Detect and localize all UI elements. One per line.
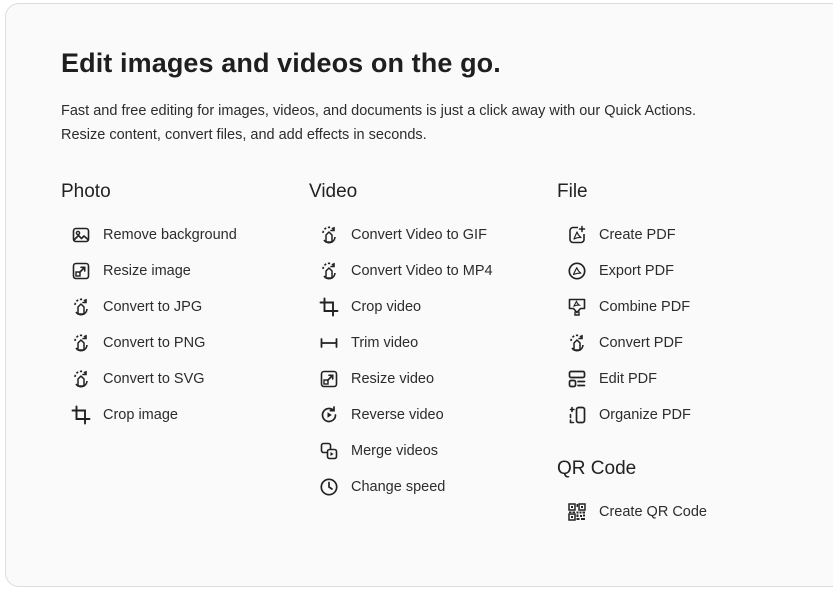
action-label: Convert to SVG bbox=[103, 371, 205, 387]
organize-pdf-icon bbox=[567, 405, 587, 425]
action-resize-image[interactable]: Resize image bbox=[61, 253, 301, 289]
action-label: Trim video bbox=[351, 335, 419, 351]
action-label: Convert to PNG bbox=[103, 335, 206, 351]
video-actions-list: Convert Video to GIF Convert Video to MP4… bbox=[309, 217, 549, 505]
photo-column: Photo Remove background Resize image Conve… bbox=[61, 180, 301, 433]
action-convert-to-svg[interactable]: Convert to SVG bbox=[61, 361, 301, 397]
merge-icon bbox=[319, 441, 339, 461]
action-label: Convert to JPG bbox=[103, 299, 203, 315]
action-label: Crop image bbox=[103, 407, 178, 423]
qr-code-heading: QR Code bbox=[557, 458, 637, 479]
action-convert-video-to-mp4[interactable]: Convert Video to MP4 bbox=[309, 253, 549, 289]
convert-icon bbox=[71, 333, 91, 353]
convert-icon bbox=[71, 369, 91, 389]
action-convert-video-to-gif[interactable]: Convert Video to GIF bbox=[309, 217, 549, 253]
action-label: Combine PDF bbox=[599, 299, 691, 315]
action-label: Convert Video to MP4 bbox=[351, 263, 493, 279]
action-label: Edit PDF bbox=[599, 371, 658, 387]
clock-icon bbox=[319, 477, 339, 497]
action-create-pdf[interactable]: Create PDF bbox=[557, 217, 797, 253]
action-label: Create QR Code bbox=[599, 504, 707, 520]
action-export-pdf[interactable]: Export PDF bbox=[557, 253, 797, 289]
convert-icon bbox=[71, 297, 91, 317]
resize-icon bbox=[71, 261, 91, 281]
action-label: Convert Video to GIF bbox=[351, 227, 487, 243]
action-organize-pdf[interactable]: Organize PDF bbox=[557, 397, 797, 433]
convert-icon bbox=[319, 261, 339, 281]
action-label: Create PDF bbox=[599, 227, 676, 243]
subtitle-line-1: Fast and free editing for images, videos… bbox=[61, 103, 697, 119]
file-actions-list: Create PDF Export PDF Combine PDF Convert P… bbox=[557, 217, 797, 433]
action-label: Resize image bbox=[103, 263, 191, 279]
action-convert-to-jpg[interactable]: Convert to JPG bbox=[61, 289, 301, 325]
qr-code-column: QR Code Create QR Code bbox=[557, 457, 797, 530]
action-convert-to-png[interactable]: Convert to PNG bbox=[61, 325, 301, 361]
video-heading: Video bbox=[309, 181, 358, 202]
action-label: Crop video bbox=[351, 299, 422, 315]
crop-icon bbox=[71, 405, 91, 425]
action-convert-pdf[interactable]: Convert PDF bbox=[557, 325, 797, 361]
page-subtitle: Fast and free editing for images, videos… bbox=[61, 99, 696, 147]
file-heading: File bbox=[557, 181, 588, 202]
trim-icon bbox=[319, 333, 339, 353]
quick-actions-card: Edit images and videos on the go. Fast a… bbox=[5, 3, 833, 587]
action-crop-video[interactable]: Crop video bbox=[309, 289, 549, 325]
subtitle-line-2: Resize content, convert files, and add e… bbox=[61, 127, 427, 143]
action-reverse-video[interactable]: Reverse video bbox=[309, 397, 549, 433]
action-combine-pdf[interactable]: Combine PDF bbox=[557, 289, 797, 325]
reverse-icon bbox=[319, 405, 339, 425]
action-label: Organize PDF bbox=[599, 407, 691, 423]
convert-icon bbox=[319, 225, 339, 245]
action-crop-image[interactable]: Crop image bbox=[61, 397, 301, 433]
action-edit-pdf[interactable]: Edit PDF bbox=[557, 361, 797, 397]
convert-icon bbox=[567, 333, 587, 353]
create-pdf-icon bbox=[567, 225, 587, 245]
action-create-qr-code[interactable]: Create QR Code bbox=[557, 494, 797, 530]
action-label: Export PDF bbox=[599, 263, 674, 279]
action-trim-video[interactable]: Trim video bbox=[309, 325, 549, 361]
video-column: Video Convert Video to GIF Convert Video … bbox=[309, 180, 549, 505]
edit-pdf-icon bbox=[567, 369, 587, 389]
action-label: Reverse video bbox=[351, 407, 444, 423]
image-icon bbox=[71, 225, 91, 245]
qr-code-actions-list: Create QR Code bbox=[557, 494, 797, 530]
photo-heading: Photo bbox=[61, 181, 111, 202]
export-pdf-icon bbox=[567, 261, 587, 281]
action-merge-videos[interactable]: Merge videos bbox=[309, 433, 549, 469]
action-label: Merge videos bbox=[351, 443, 439, 459]
action-label: Change speed bbox=[351, 479, 446, 495]
file-column: File Create PDF Export PDF Combine PDF Conv… bbox=[557, 180, 797, 433]
action-resize-video[interactable]: Resize video bbox=[309, 361, 549, 397]
action-remove-background[interactable]: Remove background bbox=[61, 217, 301, 253]
action-change-speed[interactable]: Change speed bbox=[309, 469, 549, 505]
action-label: Remove background bbox=[103, 227, 237, 243]
action-label: Convert PDF bbox=[599, 335, 683, 351]
resize-icon bbox=[319, 369, 339, 389]
combine-pdf-icon bbox=[567, 297, 587, 317]
page-title: Edit images and videos on the go. bbox=[61, 48, 501, 78]
photo-actions-list: Remove background Resize image Convert to … bbox=[61, 217, 301, 433]
crop-icon bbox=[319, 297, 339, 317]
qr-code-icon bbox=[567, 502, 587, 522]
action-label: Resize video bbox=[351, 371, 435, 387]
